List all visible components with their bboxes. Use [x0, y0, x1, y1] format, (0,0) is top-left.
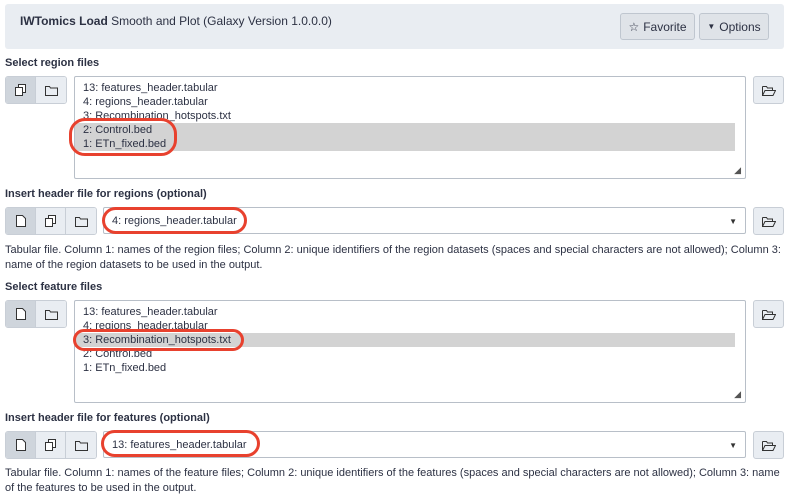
- copy-icon: [44, 215, 57, 227]
- copy-icon: [14, 84, 27, 96]
- caret-down-icon: ▼: [729, 441, 737, 450]
- multiple-datasets-button[interactable]: [36, 432, 66, 458]
- feature-files-label: Select feature files: [5, 281, 103, 293]
- file-icon: [15, 308, 26, 320]
- single-dataset-button[interactable]: [6, 301, 36, 327]
- file-icon: [15, 439, 26, 451]
- resize-handle-icon[interactable]: ◢: [734, 165, 741, 176]
- single-dataset-button[interactable]: [6, 432, 36, 458]
- folder-open-icon: [761, 85, 776, 96]
- folder-open-icon: [761, 440, 776, 451]
- feature-files-mode-group: [5, 300, 67, 328]
- folder-open-icon: [761, 309, 776, 320]
- region-header-value: 4: regions_header.tabular: [112, 215, 237, 227]
- list-item[interactable]: 4: regions_header.tabular: [75, 95, 745, 109]
- list-item[interactable]: 13: features_header.tabular: [75, 81, 745, 95]
- dataset-collection-button[interactable]: [36, 77, 66, 103]
- feature-header-value: 13: features_header.tabular: [112, 439, 247, 451]
- folder-icon: [74, 440, 88, 451]
- feature-header-select[interactable]: 13: features_header.tabular ▼: [103, 431, 746, 458]
- favorite-button[interactable]: ☆ Favorite: [620, 13, 695, 40]
- options-button[interactable]: ▼ Options: [699, 13, 769, 40]
- list-item[interactable]: 2: Control.bed: [75, 347, 745, 361]
- copy-icon: [44, 439, 57, 451]
- feature-header-help: Tabular file. Column 1: names of the fea…: [5, 467, 780, 494]
- folder-open-icon: [761, 216, 776, 227]
- folder-icon: [44, 85, 58, 96]
- tool-title: IWTomics Load Smooth and Plot (Galaxy Ve…: [20, 14, 332, 28]
- single-dataset-button[interactable]: [6, 208, 36, 234]
- folder-icon: [74, 216, 88, 227]
- region-files-mode-group: [5, 76, 67, 104]
- list-item[interactable]: 13: features_header.tabular: [75, 305, 745, 319]
- region-files-listbox[interactable]: 13: features_header.tabular 4: regions_h…: [74, 76, 746, 179]
- feature-header-browse-button[interactable]: [753, 431, 784, 459]
- dataset-collection-button[interactable]: [66, 208, 96, 234]
- region-header-label: Insert header file for regions (optional…: [5, 188, 207, 200]
- file-icon: [15, 215, 26, 227]
- multiple-datasets-button[interactable]: [6, 77, 36, 103]
- feature-header-mode-group: [5, 431, 97, 459]
- list-item-selected[interactable]: 2: Control.bed: [75, 123, 735, 137]
- list-item-selected[interactable]: 3: Recombination_hotspots.txt: [75, 333, 735, 347]
- feature-files-browse-button[interactable]: [753, 300, 784, 328]
- star-icon: ☆: [628, 19, 640, 34]
- region-header-help: Tabular file. Column 1: names of the reg…: [5, 244, 781, 271]
- list-item[interactable]: 4: regions_header.tabular: [75, 319, 745, 333]
- list-item-selected[interactable]: 1: ETn_fixed.bed: [75, 137, 735, 151]
- list-item[interactable]: 3: Recombination_hotspots.txt: [75, 109, 745, 123]
- tool-name: IWTomics Load: [20, 14, 108, 28]
- tool-header: IWTomics Load Smooth and Plot (Galaxy Ve…: [5, 4, 784, 49]
- folder-icon: [44, 309, 58, 320]
- dataset-collection-button[interactable]: [36, 301, 66, 327]
- region-header-browse-button[interactable]: [753, 207, 784, 235]
- favorite-label: Favorite: [643, 19, 687, 34]
- options-label: Options: [719, 19, 761, 34]
- caret-down-icon: ▼: [707, 22, 716, 31]
- region-files-browse-button[interactable]: [753, 76, 784, 104]
- region-header-mode-group: [5, 207, 97, 235]
- feature-files-listbox[interactable]: 13: features_header.tabular 4: regions_h…: [74, 300, 746, 403]
- feature-header-label: Insert header file for features (optiona…: [5, 412, 210, 424]
- resize-handle-icon[interactable]: ◢: [734, 389, 741, 400]
- dataset-collection-button[interactable]: [66, 432, 96, 458]
- caret-down-icon: ▼: [729, 217, 737, 226]
- region-files-label: Select region files: [5, 57, 100, 69]
- tool-subtitle: Smooth and Plot (Galaxy Version 1.0.0.0): [111, 14, 332, 28]
- multiple-datasets-button[interactable]: [36, 208, 66, 234]
- region-header-select[interactable]: 4: regions_header.tabular ▼: [103, 207, 746, 234]
- list-item[interactable]: 1: ETn_fixed.bed: [75, 361, 745, 375]
